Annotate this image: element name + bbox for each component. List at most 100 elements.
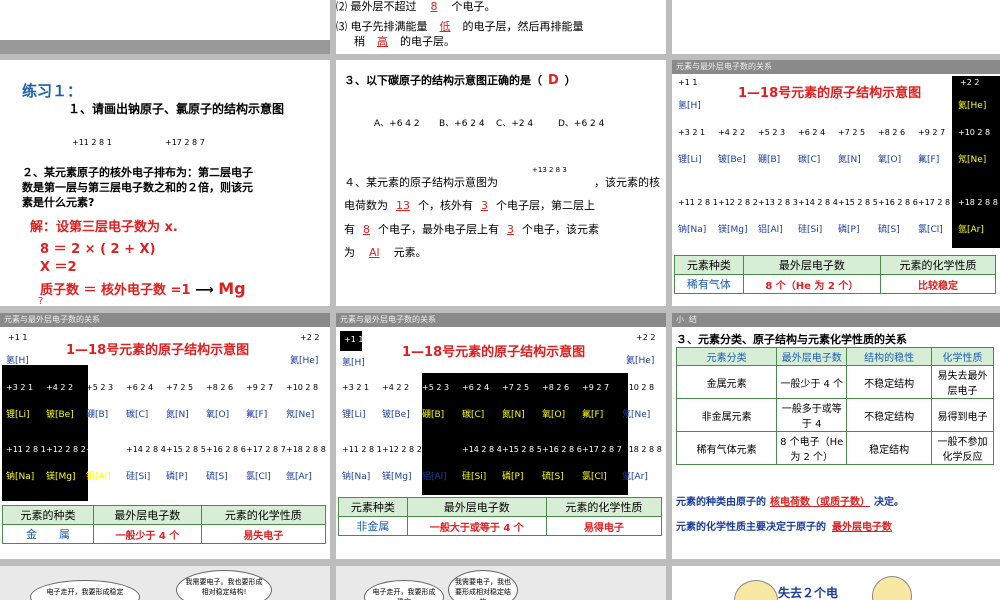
element-label: 锂[Li] [678, 155, 702, 165]
atom-diagram: +17 2 8 7 [918, 198, 958, 207]
atom-diagram: +8 2 6 [542, 383, 570, 392]
element-label: 钠[Na] [6, 472, 35, 482]
atom-diagram: +5 2 3 [758, 128, 786, 137]
element-label: 氮[N] [166, 410, 189, 420]
atom-diagram: +7 2 5 [838, 128, 866, 137]
element-label: 硫[S] [206, 472, 228, 482]
element-label: 硅[Si] [798, 225, 823, 235]
slide-periodic-nonmetals: 元素与最外层电子数的关系 1—18号元素的原子结构示意图 +1 1 氢[H] +… [336, 313, 666, 559]
element-label: 铝[Al] [422, 472, 447, 482]
slide-footer-bar [0, 40, 330, 54]
element-label: 氖[Ne] [622, 410, 651, 420]
atom-diagram: +5 2 3 [422, 383, 450, 392]
question-2-line1: ２、某元素原子的核外电子排布为：第二层电子 [22, 166, 253, 179]
atom-circle-left [734, 580, 778, 600]
atom-diagram: +4 2 2 [718, 128, 746, 137]
atom-diagram: +13 2 8 3 [422, 445, 462, 454]
question-4-line4: 为 Al 元素。 [344, 246, 427, 259]
element-label: 氖[Ne] [286, 410, 315, 420]
atom-diagram: +18 2 8 8 [286, 445, 326, 454]
slide-periodic-metals: 元素与最外层电子数的关系 1—18号元素的原子结构示意图 +1 1 氢[H] +… [0, 313, 330, 559]
atom-diagram: +7 2 5 [166, 383, 194, 392]
solution-line1: 解：设第三层电子数为 x. [30, 220, 178, 235]
atom-diagram: +3 2 1 [678, 128, 706, 137]
atom-diagram: +14 2 8 4 [462, 445, 502, 454]
label-he: 氦[He] [958, 101, 987, 111]
atom-diagram: +17 2 8 7 [582, 445, 622, 454]
element-label: 氧[O] [878, 155, 902, 165]
element-label: 硼[B] [422, 410, 445, 420]
element-label: 氧[O] [542, 410, 566, 420]
atom-diagram: +11 2 8 1 [6, 445, 46, 454]
atom-diagram: +6 2 4 [462, 383, 490, 392]
element-label: 镁[Mg] [718, 225, 748, 235]
atom-diagram: +14 2 8 4 [798, 198, 838, 207]
atom-diagram: +12 2 8 2 [46, 445, 86, 454]
label-he: 氦[He] [290, 356, 319, 366]
element-label: 碳[C] [462, 410, 485, 420]
summary-sentence-1: 元素的种类由原子的 核电荷数（或质子数） 决定。 [676, 497, 904, 508]
atom-diagram: +8 2 6 [206, 383, 234, 392]
question-4-line3: 有 8 个电子，最外电子层上有 3 个电子，该元素 [344, 223, 599, 236]
atom-diagram: +10 2 8 [622, 383, 655, 392]
solution-continued: ? [38, 296, 44, 306]
label-h: 氢[H] [6, 356, 29, 366]
element-label: 硼[B] [758, 155, 781, 165]
slide-header: 元素与最外层电子数的关系 [672, 60, 1000, 74]
element-label: 氮[N] [502, 410, 525, 420]
element-label: 氯[Cl] [918, 225, 943, 235]
atom-diagram: +7 2 5 [502, 383, 530, 392]
element-label: 硅[Si] [462, 472, 487, 482]
question-4-line1: ４、某元素的原子结构示意图为 [344, 176, 498, 189]
atom-diagram: +16 2 8 6 [206, 445, 246, 454]
atom-h: +1 1 [678, 78, 698, 87]
question-4-line2: 电荷数为 13 个，核外有 3 个电子层，第二层上 [344, 199, 595, 212]
atom-diagram: +9 2 7 [582, 383, 610, 392]
element-label: 硼[B] [86, 410, 109, 420]
element-label: 镁[Mg] [382, 472, 412, 482]
rule-3: ⑶ 电子先排满能量低的电子层，然后再排能量 [336, 20, 584, 33]
atom-diagram: +6 2 4 [798, 128, 826, 137]
slide-exercise-3-4: ３、以下碳原子的结构示意图正确的是（ D） A、+6 4 2 B、+6 2 4 C… [336, 60, 666, 306]
atom-he: +2 2 [300, 333, 320, 342]
element-label: 磷[P] [166, 472, 188, 482]
solution-line2: 8 ＝ 2 × ( 2 + X) [40, 242, 156, 257]
question-4-line1-end: ，该元素的核 [594, 176, 660, 189]
atom-h: +1 1 [344, 335, 364, 344]
atom-diagram: +11 2 8 1 [342, 445, 382, 454]
element-label: 氟[F] [918, 155, 940, 165]
slide-header: 元素与最外层电子数的关系 [0, 313, 330, 327]
slide-header: 小 结 [672, 313, 1000, 327]
atom-diagram: +3 2 1 [342, 383, 370, 392]
atom-diagram: +15 2 8 5 [166, 445, 206, 454]
element-label: 磷[P] [838, 225, 860, 235]
atom-diagram: +10 2 8 [958, 128, 991, 137]
atom-na: +11 2 8 1 [72, 138, 112, 147]
atom-diagram: +3 2 1 [6, 383, 34, 392]
slide-top-middle: ⑵ 最外层不超过 8 个电子。 ⑶ 电子先排满能量低的电子层，然后再排能量 稍高的电… [336, 0, 666, 54]
atom-diagram: +8 2 6 [878, 128, 906, 137]
element-label: 氖[Ne] [958, 155, 987, 165]
element-label: 铍[Be] [46, 410, 74, 420]
q4-atom: +13 2 8 3 [532, 166, 567, 174]
atom-diagram: +16 2 8 6 [542, 445, 582, 454]
atom-diagram: +18 2 8 8 [622, 445, 662, 454]
summary-title: ３、元素分类、原子结构与元素化学性质的关系 [676, 333, 907, 346]
speech-bubble-right: 我需要电子，我也要形成相对稳定结构 [448, 570, 518, 600]
atom-diagram: +12 2 8 2 [382, 445, 422, 454]
element-label: 硫[S] [542, 472, 564, 482]
element-label: 铍[Be] [382, 410, 410, 420]
rule-2: ⑵ 最外层不超过 8 个电子。 [336, 0, 496, 13]
caption-lose-electrons: 失去２个电 [778, 586, 839, 600]
element-label: 磷[P] [502, 472, 524, 482]
slide-bottom-middle: 电子走开，我要形成稳定 我需要电子，我也要形成相对稳定结构 [336, 566, 666, 600]
table-row: 金属元素 一般少于 4 个 不稳定结构 易失去最外层电子 [675, 365, 994, 399]
element-label: 碳[C] [798, 155, 821, 165]
atom-diagram: +5 2 3 [86, 383, 114, 392]
table-row: 非金属元素 一般多于或等于 4 不稳定结构 易得到电子 [675, 398, 994, 432]
atom-diagram: +16 2 8 6 [878, 198, 918, 207]
atom-diagram: +10 2 8 [286, 383, 319, 392]
speech-bubble-left: 电子走开，我要形成稳定 [30, 580, 140, 600]
option-c: C、+2 4 [496, 119, 534, 129]
option-d: D、+6 2 4 [558, 119, 605, 129]
